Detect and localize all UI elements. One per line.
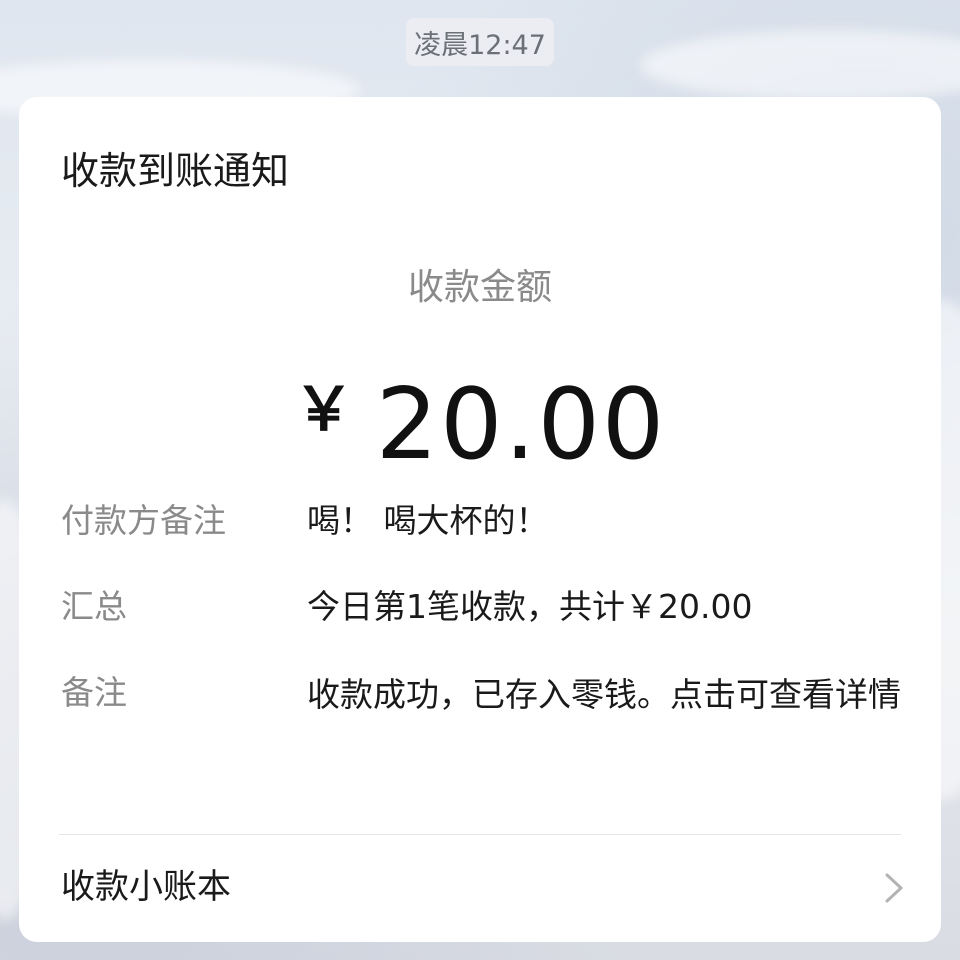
summary-value: 今日第1笔收款，共计￥20.00 — [307, 587, 753, 626]
background-art — [640, 30, 960, 100]
ledger-link-label: 收款小账本 — [61, 867, 231, 907]
remark-value: 收款成功，已存入零钱。点击可查看详情 — [307, 675, 901, 714]
ledger-link[interactable]: 收款小账本 — [19, 835, 941, 942]
currency-symbol: ￥ — [293, 375, 354, 445]
payment-notification-card[interactable]: 收款到账通知 收款金额 ￥ 20.00 付款方备注 喝！ 喝大杯的！ 汇总 今日第… — [19, 97, 941, 942]
message-timestamp: 凌晨12:47 — [406, 18, 554, 66]
chevron-right-icon — [885, 873, 903, 903]
payer-note-value: 喝！ 喝大杯的！ — [307, 501, 549, 540]
summary-label: 汇总 — [61, 587, 127, 626]
amount-label: 收款金额 — [407, 267, 552, 308]
payer-note-label: 付款方备注 — [61, 501, 226, 540]
remark-label: 备注 — [61, 673, 127, 712]
amount-display: ￥ 20.00 — [19, 355, 941, 508]
card-title: 收款到账通知 — [61, 149, 290, 193]
amount-value: 20.00 — [375, 368, 667, 482]
